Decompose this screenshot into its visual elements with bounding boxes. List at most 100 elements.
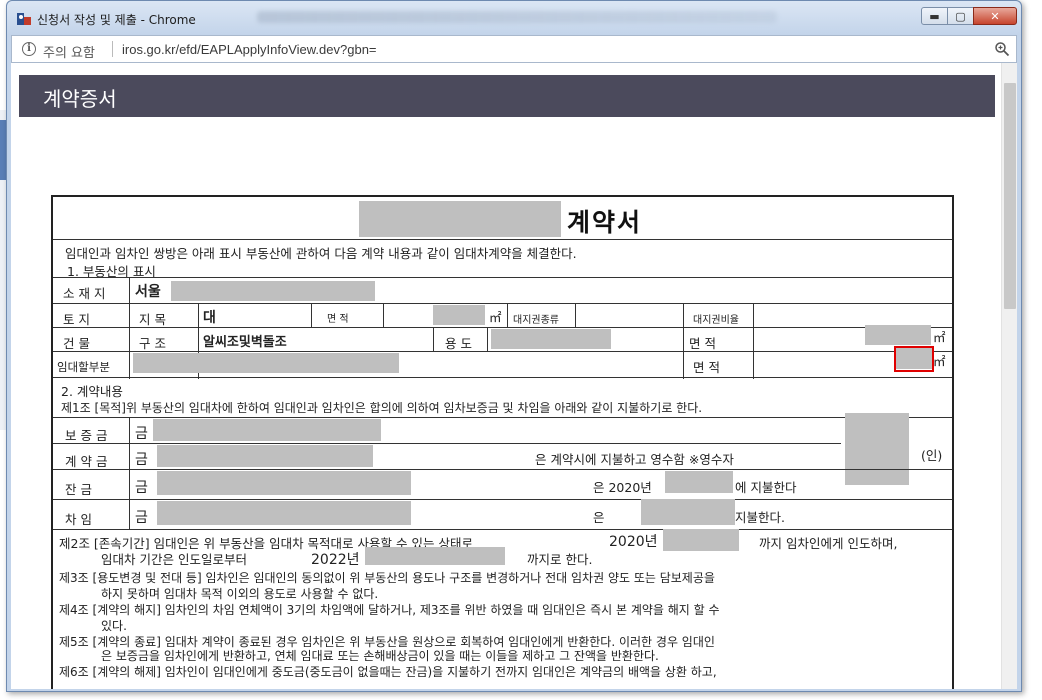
url-text[interactable]: iros.go.kr/efd/EAPLApplyInfoView.dev?gbn… (122, 42, 377, 57)
seal-label: (인) (921, 448, 943, 463)
table-line (433, 327, 434, 351)
section-2-heading: 2. 계약내용 (61, 384, 123, 399)
land-area-unit: ㎡ (489, 310, 502, 325)
deposit-currency: 금 (135, 426, 148, 442)
contract-document: 계약서 임대인과 임차인 쌍방은 아래 표시 부동산에 관하여 다음 계약 내용… (51, 195, 954, 689)
table-line (383, 303, 384, 327)
browser-window: 신청서 작성 및 제출 - Chrome ▬ ▢ ✕ i 주의 요함 iros.… (6, 0, 1022, 692)
usage-label: 용 도 (445, 336, 472, 351)
zoom-icon[interactable] (994, 41, 1010, 57)
redacted-address (171, 281, 375, 301)
down-payment-label: 계 약 금 (65, 454, 108, 469)
redacted-title-prefix (359, 201, 561, 237)
highlighted-area-field[interactable] (894, 346, 934, 372)
building-label: 건 물 (63, 336, 90, 351)
scrollbar-thumb[interactable] (1004, 83, 1016, 309)
land-type-value: 대 (203, 310, 216, 326)
table-line (507, 303, 508, 327)
article-3-line-1: 제3조 [용도변경 및 전대 등] 임차인은 임대인의 동의없이 위 부동산의 … (59, 571, 715, 585)
table-line (53, 377, 952, 378)
article-2-line-1b: 까지 임차인에게 인도하며, (759, 536, 898, 551)
table-line (53, 327, 952, 328)
lease-part-label: 임대할부분 (57, 360, 110, 374)
article-2-line-2b: 까지로 한다. (527, 552, 593, 567)
deposit-label: 보 증 금 (65, 428, 108, 443)
redacted-handover-date (663, 529, 739, 551)
article-2-year-1: 2020년 (609, 534, 658, 550)
table-line (487, 327, 488, 351)
redacted-deposit (153, 419, 381, 441)
building-area-unit: ㎡ (933, 330, 946, 345)
redacted-land-area (433, 305, 485, 325)
address-bar[interactable]: i 주의 요함 iros.go.kr/efd/EAPLApplyInfoView… (11, 35, 1017, 63)
window-controls: ▬ ▢ ✕ (921, 7, 1017, 25)
security-warning[interactable]: 주의 요함 (43, 42, 95, 61)
building-area-label: 면 적 (689, 336, 716, 351)
lease-area-label: 면 적 (693, 360, 720, 375)
page-content: 계약증서 계약서 임대인과 임차인 쌍방은 아래 표시 부동산에 관하여 다음 … (11, 63, 1017, 689)
table-line (129, 417, 130, 529)
balance-text-1: 은 2020년 (593, 480, 652, 495)
balance-label: 잔 금 (65, 482, 92, 497)
address-separator (112, 41, 113, 57)
info-icon[interactable]: i (22, 42, 36, 56)
location-value: 서울 (135, 284, 161, 300)
redacted-building-area (865, 325, 931, 345)
redacted-usage (491, 329, 611, 349)
vertical-scrollbar[interactable] (1001, 63, 1017, 689)
table-line (53, 277, 952, 278)
article-4-line-1: 제4조 [계약의 해지] 임차인의 차임 연체액이 3기의 차임액에 달하거나,… (59, 603, 720, 617)
window-title: 신청서 작성 및 제출 - Chrome (37, 13, 196, 27)
table-line (129, 277, 130, 379)
blurred-background-title (257, 11, 777, 23)
rent-text-1: 은 (593, 510, 605, 525)
desktop-background-right (1020, 0, 1042, 700)
article-3-line-2: 하지 못하며 임대차 목적 이외의 용도로 사용할 수 없다. (101, 587, 379, 601)
table-line (53, 499, 952, 500)
balance-currency: 금 (135, 480, 148, 496)
article-4-line-2: 있다. (101, 619, 127, 633)
document-title: 계약서 (567, 208, 643, 237)
table-line (53, 351, 952, 352)
land-label: 토 지 (63, 312, 90, 327)
rent-text-2: 지불한다. (735, 510, 785, 525)
lease-area-unit: ㎡ (933, 354, 946, 369)
divider (53, 239, 952, 240)
maximize-button[interactable]: ▢ (947, 7, 974, 25)
table-line (683, 303, 684, 379)
land-right-ratio-label: 대지권비율 (693, 315, 739, 326)
close-button[interactable]: ✕ (973, 7, 1017, 25)
page-header: 계약증서 (19, 75, 995, 117)
intro-text: 임대인과 임차인 쌍방은 아래 표시 부동산에 관하여 다음 계약 내용과 같이… (65, 246, 577, 261)
chrome-app-icon (17, 13, 31, 25)
page-title: 계약증서 (43, 87, 117, 111)
down-payment-currency: 금 (135, 452, 148, 468)
redacted-balance (157, 471, 411, 495)
balance-text-2: 에 지불한다 (735, 480, 797, 495)
table-line (575, 303, 576, 327)
redacted-rent-detail (641, 499, 735, 525)
rent-currency: 금 (135, 510, 148, 526)
table-line (53, 443, 841, 444)
redacted-lease-part (133, 353, 399, 373)
title-bar[interactable]: 신청서 작성 및 제출 - Chrome ▬ ▢ ✕ (7, 1, 1021, 35)
minimize-button[interactable]: ▬ (921, 7, 948, 25)
article-1: 제1조 [목적]위 부동산의 임대차에 한하여 임대인과 임차인은 합의에 의하… (61, 401, 703, 415)
land-area-label: 면 적 (327, 314, 349, 325)
redacted-recipient (845, 413, 909, 485)
structure-label: 구 조 (139, 336, 166, 351)
down-payment-text: 은 계약시에 지불하고 영수함 ※영수자 (535, 452, 734, 467)
table-line (311, 303, 312, 327)
redacted-end-date (365, 547, 505, 565)
table-line (53, 303, 952, 304)
table-line (53, 417, 952, 418)
land-right-type-label: 대지권종류 (513, 315, 559, 326)
article-5-line-2: 은 보증금을 임차인에게 반환하고, 연체 임대료 또는 손해배상금이 있을 때… (101, 649, 659, 663)
table-line (53, 529, 952, 530)
article-2-year-2: 2022년 (311, 552, 360, 568)
article-2-line-2a: 임대차 기간은 인도일로부터 (101, 552, 247, 567)
rent-label: 차 임 (65, 512, 92, 527)
redacted-balance-date (665, 471, 733, 493)
table-line (753, 303, 754, 379)
location-label: 소 재 지 (63, 286, 106, 301)
